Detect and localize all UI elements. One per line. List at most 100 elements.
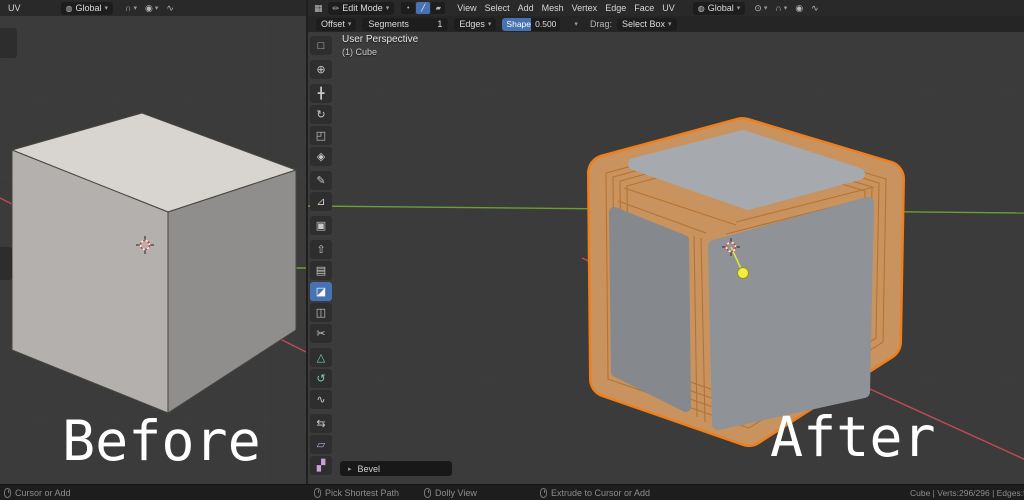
shape-slider[interactable]: Shape 0.500 xyxy=(502,17,561,31)
vertex-select-mode-button[interactable]: • xyxy=(401,2,416,14)
menu-bar: View Select Add Mesh Vertex Edge Face UV xyxy=(453,3,678,13)
before-caption: Before xyxy=(62,409,261,473)
proportional-editing-icon[interactable]: ◉ xyxy=(795,3,803,14)
tool-smooth-button[interactable]: ∿ xyxy=(310,390,332,409)
menu-select[interactable]: Select xyxy=(481,3,514,13)
globe-icon: ◍ xyxy=(65,3,73,13)
viewport-info-overlay: User Perspective (1) Cube xyxy=(342,34,418,57)
tool-transform-button[interactable]: ◈ xyxy=(310,147,332,166)
bevel-gizmo-handle[interactable] xyxy=(737,267,749,279)
right-viewport[interactable]: ▦ ✏ Edit Mode ▾ • ╱ ▰ View Select Add Me… xyxy=(306,0,1024,484)
cursor-icon: ⊕ xyxy=(316,64,326,76)
tool-bevel-button[interactable]: ◪ xyxy=(310,282,332,301)
transform-orientation-dropdown[interactable]: ◍ Global ▾ xyxy=(60,1,114,15)
tool-add-cube-button[interactable]: ▣ xyxy=(310,216,332,235)
tool-annotate-button[interactable]: ✎ xyxy=(310,171,332,190)
transform-icon: ◈ xyxy=(316,151,326,163)
affect-edges-dropdown[interactable]: Edges ▾ xyxy=(454,17,497,31)
tool-scale-button[interactable]: ◰ xyxy=(310,126,332,145)
transform-orientation-dropdown[interactable]: ◍ Global ▾ xyxy=(692,1,746,15)
after-cube-beveled[interactable] xyxy=(587,117,905,447)
snap-magnet-icon[interactable]: ∩ xyxy=(775,3,781,13)
cube-right-face xyxy=(708,197,874,430)
tool-settings-bar: Offset ▾ Segments 1 Edges ▾ Shape 0.500 … xyxy=(308,16,1024,32)
chevron-down-icon[interactable]: ▾ xyxy=(155,4,159,12)
operator-panel-bevel[interactable]: ▸ Bevel xyxy=(340,461,452,476)
face-mode-icon: ▰ xyxy=(435,5,441,12)
tool-edge-slide-button[interactable]: ⇆ xyxy=(310,414,332,433)
left-viewport[interactable]: UV ◍ Global ▾ ∩ ▾ ◉ ▾ ∿ Before xyxy=(0,0,306,484)
chevron-down-icon[interactable]: ▾ xyxy=(784,4,788,12)
tool-loop-cut-button[interactable]: ◫ xyxy=(310,303,332,322)
menu-edge[interactable]: Edge xyxy=(601,3,630,13)
menu-face[interactable]: Face xyxy=(630,3,658,13)
snap-magnet-icon[interactable]: ∩ xyxy=(125,3,131,13)
tool-measure-button[interactable]: ⊿ xyxy=(310,192,332,211)
status-hint-text: Cursor or Add xyxy=(15,488,71,498)
loop-cut-icon: ◫ xyxy=(315,307,327,319)
tool-knife-button[interactable]: ✂ xyxy=(310,324,332,343)
smooth-icon: ∿ xyxy=(316,394,326,406)
segments-field[interactable]: Segments 1 xyxy=(362,17,449,31)
menu-uv[interactable]: UV xyxy=(4,3,25,13)
tool-spin-button[interactable]: ↺ xyxy=(310,369,332,388)
offset-label: Offset xyxy=(321,19,345,29)
rip-region-icon: ▞ xyxy=(316,460,326,472)
chevron-down-icon: ▾ xyxy=(347,21,352,28)
tool-move-button[interactable]: ╋ xyxy=(310,84,332,103)
menu-add[interactable]: Add xyxy=(514,3,538,13)
edge-select-mode-button[interactable]: ╱ xyxy=(416,2,431,14)
face-select-mode-button[interactable]: ▰ xyxy=(431,2,446,14)
rotate-icon: ↻ xyxy=(316,109,326,121)
status-hint-text: Dolly View xyxy=(435,488,477,498)
mouse-left-icon xyxy=(314,488,321,498)
tool-shear-button[interactable]: ▱ xyxy=(310,435,332,454)
edge-mode-icon: ╱ xyxy=(421,5,426,12)
tool-shelf: □ ⊕ ╋ ↻ ◰ ◈ ✎ ⊿ ▣ ⇧ ▤ ◪ ◫ ✂ △ ↺ ∿ ⇆ ▱ ▞ xyxy=(310,36,334,475)
menu-uv[interactable]: UV xyxy=(658,3,679,13)
operator-panel-label: Bevel xyxy=(357,463,381,474)
chevron-down-icon[interactable]: ▾ xyxy=(764,4,768,12)
pivot-point-icon[interactable]: ⊙ xyxy=(754,3,762,14)
before-cube[interactable] xyxy=(11,112,297,414)
edges-label: Edges xyxy=(459,19,485,29)
menu-vertex[interactable]: Vertex xyxy=(568,3,602,13)
status-hint-text: Extrude to Cursor or Add xyxy=(551,488,651,498)
caret-right-icon: ▸ xyxy=(348,465,352,473)
proportional-editing-icon[interactable]: ◉ xyxy=(145,3,153,14)
left-viewport-header: UV ◍ Global ▾ ∩ ▾ ◉ ▾ ∿ xyxy=(0,0,306,16)
mouse-middle-icon xyxy=(424,488,431,498)
chevron-down-icon: ▾ xyxy=(104,5,109,12)
select-box-icon: □ xyxy=(317,39,325,52)
measure-icon: ⊿ xyxy=(316,196,326,208)
segments-label: Segments xyxy=(368,19,409,29)
tool-rotate-button[interactable]: ↻ xyxy=(310,105,332,124)
chevron-down-icon[interactable]: ▾ xyxy=(134,4,138,12)
blender-before-after-comparison: UV ◍ Global ▾ ∩ ▾ ◉ ▾ ∿ Before ▦ ✏ Edit … xyxy=(0,0,1024,500)
status-hint-dolly-view: Dolly View xyxy=(424,485,477,500)
tool-cursor-button[interactable]: ⊕ xyxy=(310,60,332,79)
menu-view[interactable]: View xyxy=(453,3,480,13)
mode-dropdown[interactable]: ✏ Edit Mode ▾ xyxy=(327,1,395,15)
cropped-toolbar-button[interactable] xyxy=(0,28,17,58)
proportional-falloff-icon[interactable]: ∿ xyxy=(811,3,819,14)
tool-poly-build-button[interactable]: △ xyxy=(310,348,332,367)
tool-rip-region-button[interactable]: ▞ xyxy=(310,456,332,475)
select-mode-group: • ╱ ▰ xyxy=(401,2,446,14)
cropped-toolbar-button[interactable] xyxy=(0,247,12,280)
tool-select-box-button[interactable]: □ xyxy=(310,36,332,55)
bevel-icon: ◪ xyxy=(315,286,327,298)
editor-type-icon[interactable]: ▦ xyxy=(314,3,323,14)
offset-type-dropdown[interactable]: Offset ▾ xyxy=(316,17,357,31)
add-cube-icon: ▣ xyxy=(315,220,327,232)
view-perspective-label: User Perspective xyxy=(342,34,419,45)
tool-extrude-region-button[interactable]: ⇧ xyxy=(310,240,332,259)
menu-mesh[interactable]: Mesh xyxy=(538,3,568,13)
after-caption: After xyxy=(770,405,936,469)
poly-build-icon: △ xyxy=(316,352,326,364)
orientation-label: Global xyxy=(75,3,102,13)
tool-inset-faces-button[interactable]: ▤ xyxy=(310,261,332,280)
drag-tool-dropdown[interactable]: Select Box ▾ xyxy=(616,17,677,31)
chevron-down-icon[interactable]: ▾ xyxy=(574,20,578,28)
proportional-falloff-icon[interactable]: ∿ xyxy=(166,3,174,14)
